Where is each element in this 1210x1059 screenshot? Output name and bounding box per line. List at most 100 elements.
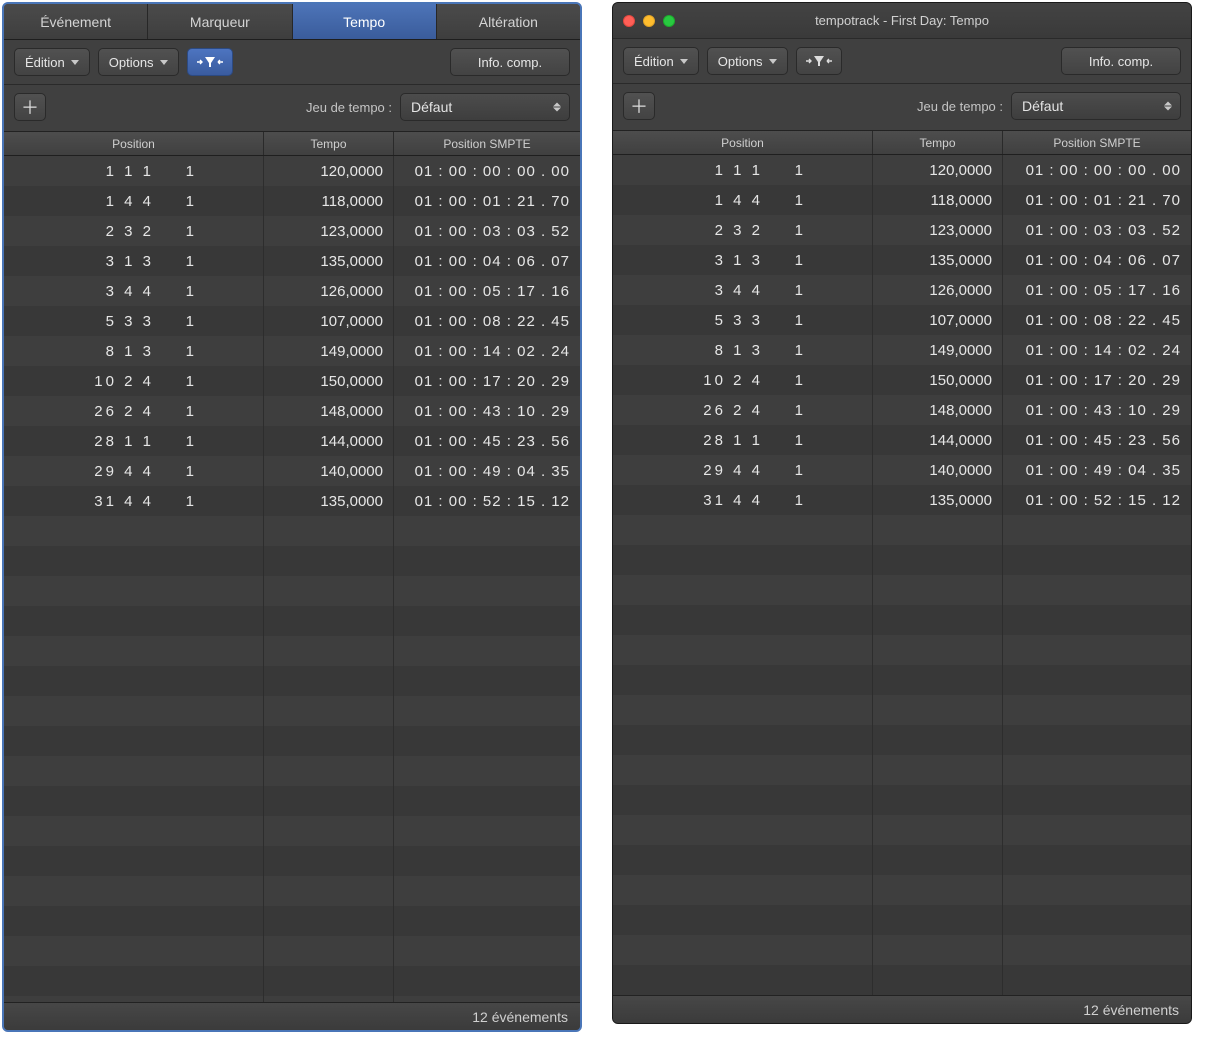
table-row[interactable]: 1 4 41118,000001 : 00 : 01 : 21 . 70 — [4, 186, 580, 216]
cell-tempo[interactable]: 118,0000 — [873, 185, 1003, 215]
cell-smpte[interactable]: 01 : 00 : 43 : 10 . 29 — [1003, 395, 1191, 425]
table-row[interactable]: 5 3 31107,000001 : 00 : 08 : 22 . 45 — [4, 306, 580, 336]
cell-position[interactable]: 1 4 41 — [613, 185, 873, 215]
titlebar[interactable]: tempotrack - First Day: Tempo — [613, 3, 1191, 39]
cell-position[interactable]: 29 4 41 — [613, 455, 873, 485]
cell-smpte[interactable]: 01 : 00 : 49 : 04 . 35 — [394, 456, 580, 486]
cell-position[interactable]: 8 1 31 — [4, 336, 264, 366]
cell-smpte[interactable]: 01 : 00 : 45 : 23 . 56 — [394, 426, 580, 456]
cell-smpte[interactable]: 01 : 00 : 52 : 15 . 12 — [1003, 485, 1191, 515]
cell-position[interactable]: 26 2 41 — [4, 396, 264, 426]
cell-smpte[interactable]: 01 : 00 : 03 : 03 . 52 — [394, 216, 580, 246]
cell-tempo[interactable]: 126,0000 — [264, 276, 394, 306]
cell-position[interactable]: 3 4 41 — [613, 275, 873, 305]
cell-position[interactable]: 31 4 41 — [613, 485, 873, 515]
table-row[interactable]: 3 4 41126,000001 : 00 : 05 : 17 . 16 — [613, 275, 1191, 305]
table-row[interactable]: 26 2 41148,000001 : 00 : 43 : 10 . 29 — [4, 396, 580, 426]
cell-tempo[interactable]: 150,0000 — [264, 366, 394, 396]
tab-evenement[interactable]: Événement — [4, 4, 148, 39]
table-row[interactable]: 26 2 41148,000001 : 00 : 43 : 10 . 29 — [613, 395, 1191, 425]
filter-button[interactable] — [187, 48, 233, 76]
cell-smpte[interactable]: 01 : 00 : 04 : 06 . 07 — [394, 246, 580, 276]
edition-menu[interactable]: Édition — [623, 47, 699, 75]
table-row[interactable]: 5 3 31107,000001 : 00 : 08 : 22 . 45 — [613, 305, 1191, 335]
add-button[interactable]: ＋ — [14, 93, 46, 121]
cell-smpte[interactable]: 01 : 00 : 04 : 06 . 07 — [1003, 245, 1191, 275]
cell-position[interactable]: 3 4 41 — [4, 276, 264, 306]
cell-tempo[interactable]: 107,0000 — [873, 305, 1003, 335]
options-menu[interactable]: Options — [98, 48, 179, 76]
cell-position[interactable]: 1 1 11 — [613, 155, 873, 185]
cell-smpte[interactable]: 01 : 00 : 03 : 03 . 52 — [1003, 215, 1191, 245]
cell-position[interactable]: 28 1 11 — [4, 426, 264, 456]
table-row[interactable]: 29 4 41140,000001 : 00 : 49 : 04 . 35 — [4, 456, 580, 486]
tab-marqueur[interactable]: Marqueur — [148, 4, 292, 39]
table-row[interactable]: 2 3 21123,000001 : 00 : 03 : 03 . 52 — [4, 216, 580, 246]
maximize-icon[interactable] — [663, 15, 675, 27]
cell-position[interactable]: 8 1 31 — [613, 335, 873, 365]
cell-smpte[interactable]: 01 : 00 : 14 : 02 . 24 — [394, 336, 580, 366]
table-row[interactable]: 8 1 31149,000001 : 00 : 14 : 02 . 24 — [4, 336, 580, 366]
table-row[interactable]: 31 4 41135,000001 : 00 : 52 : 15 . 12 — [4, 486, 580, 516]
cell-position[interactable]: 2 3 21 — [4, 216, 264, 246]
table-row[interactable]: 1 1 11120,000001 : 00 : 00 : 00 . 00 — [4, 156, 580, 186]
cell-smpte[interactable]: 01 : 00 : 01 : 21 . 70 — [1003, 185, 1191, 215]
cell-tempo[interactable]: 148,0000 — [264, 396, 394, 426]
table-row[interactable]: 3 1 31135,000001 : 00 : 04 : 06 . 07 — [613, 245, 1191, 275]
cell-tempo[interactable]: 150,0000 — [873, 365, 1003, 395]
cell-smpte[interactable]: 01 : 00 : 17 : 20 . 29 — [394, 366, 580, 396]
cell-position[interactable]: 10 2 41 — [4, 366, 264, 396]
cell-position[interactable]: 3 1 31 — [4, 246, 264, 276]
cell-smpte[interactable]: 01 : 00 : 49 : 04 . 35 — [1003, 455, 1191, 485]
cell-tempo[interactable]: 118,0000 — [264, 186, 394, 216]
table-row[interactable]: 31 4 41135,000001 : 00 : 52 : 15 . 12 — [613, 485, 1191, 515]
add-button[interactable]: ＋ — [623, 92, 655, 120]
table-row[interactable]: 8 1 31149,000001 : 00 : 14 : 02 . 24 — [613, 335, 1191, 365]
cell-smpte[interactable]: 01 : 00 : 00 : 00 . 00 — [394, 156, 580, 186]
cell-position[interactable]: 26 2 41 — [613, 395, 873, 425]
cell-tempo[interactable]: 123,0000 — [873, 215, 1003, 245]
table-row[interactable]: 29 4 41140,000001 : 00 : 49 : 04 . 35 — [613, 455, 1191, 485]
cell-tempo[interactable]: 149,0000 — [873, 335, 1003, 365]
cell-position[interactable]: 1 4 41 — [4, 186, 264, 216]
cell-smpte[interactable]: 01 : 00 : 52 : 15 . 12 — [394, 486, 580, 516]
cell-tempo[interactable]: 144,0000 — [264, 426, 394, 456]
cell-position[interactable]: 5 3 31 — [613, 305, 873, 335]
cell-smpte[interactable]: 01 : 00 : 05 : 17 . 16 — [394, 276, 580, 306]
table-body[interactable]: 1 1 11120,000001 : 00 : 00 : 00 . 001 4 … — [613, 155, 1191, 995]
filter-button[interactable] — [796, 47, 842, 75]
close-icon[interactable] — [623, 15, 635, 27]
cell-position[interactable]: 28 1 11 — [613, 425, 873, 455]
cell-position[interactable]: 10 2 41 — [613, 365, 873, 395]
cell-tempo[interactable]: 149,0000 — [264, 336, 394, 366]
table-row[interactable]: 10 2 41150,000001 : 00 : 17 : 20 . 29 — [4, 366, 580, 396]
col-header-position[interactable]: Position — [4, 132, 264, 155]
cell-tempo[interactable]: 123,0000 — [264, 216, 394, 246]
table-body[interactable]: 1 1 11120,000001 : 00 : 00 : 00 . 001 4 … — [4, 156, 580, 1002]
cell-smpte[interactable]: 01 : 00 : 08 : 22 . 45 — [394, 306, 580, 336]
tab-alteration[interactable]: Altération — [437, 4, 580, 39]
cell-position[interactable]: 5 3 31 — [4, 306, 264, 336]
cell-smpte[interactable]: 01 : 00 : 01 : 21 . 70 — [394, 186, 580, 216]
cell-position[interactable]: 29 4 41 — [4, 456, 264, 486]
cell-tempo[interactable]: 135,0000 — [264, 246, 394, 276]
cell-position[interactable]: 31 4 41 — [4, 486, 264, 516]
cell-tempo[interactable]: 140,0000 — [873, 455, 1003, 485]
col-header-tempo[interactable]: Tempo — [873, 131, 1003, 154]
col-header-tempo[interactable]: Tempo — [264, 132, 394, 155]
table-row[interactable]: 1 4 41118,000001 : 00 : 01 : 21 . 70 — [613, 185, 1191, 215]
col-header-position[interactable]: Position — [613, 131, 873, 154]
cell-tempo[interactable]: 126,0000 — [873, 275, 1003, 305]
cell-tempo[interactable]: 140,0000 — [264, 456, 394, 486]
col-header-smpte[interactable]: Position SMPTE — [1003, 131, 1191, 154]
cell-tempo[interactable]: 148,0000 — [873, 395, 1003, 425]
tempo-set-select[interactable]: Défaut — [1011, 92, 1181, 120]
table-row[interactable]: 3 4 41126,000001 : 00 : 05 : 17 . 16 — [4, 276, 580, 306]
cell-smpte[interactable]: 01 : 00 : 14 : 02 . 24 — [1003, 335, 1191, 365]
cell-tempo[interactable]: 135,0000 — [264, 486, 394, 516]
table-row[interactable]: 2 3 21123,000001 : 00 : 03 : 03 . 52 — [613, 215, 1191, 245]
col-header-smpte[interactable]: Position SMPTE — [394, 132, 580, 155]
cell-smpte[interactable]: 01 : 00 : 00 : 00 . 00 — [1003, 155, 1191, 185]
info-comp-button[interactable]: Info. comp. — [450, 48, 570, 76]
cell-tempo[interactable]: 135,0000 — [873, 485, 1003, 515]
